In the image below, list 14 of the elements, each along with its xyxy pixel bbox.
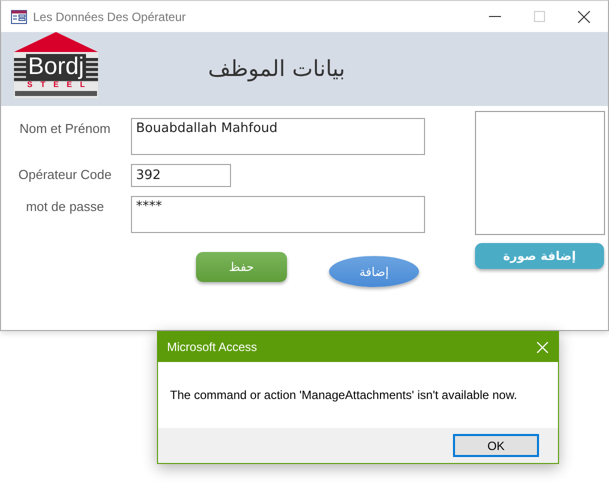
field-label: Nom et Prénom (18, 120, 112, 136)
window-title: Les Données Des Opérateur (33, 10, 186, 24)
input-field[interactable]: Bouabdallah Mahfoud (131, 118, 425, 155)
input-field[interactable]: 392 (131, 164, 231, 187)
dialog-message: The command or action 'ManageAttachments' isn't available now. (170, 388, 518, 402)
logo: Bordj STEEL (14, 32, 98, 98)
field-label: Opérateur Code (17, 166, 113, 182)
form-title: بيانات الموظف (208, 56, 346, 82)
field-label: mot de passe (24, 198, 106, 214)
form-icon (11, 10, 27, 24)
dialog-title: Microsoft Access (167, 340, 258, 354)
input-field[interactable]: **** (131, 196, 425, 233)
ok-button[interactable]: OK (453, 434, 539, 457)
close-icon[interactable] (578, 10, 590, 22)
